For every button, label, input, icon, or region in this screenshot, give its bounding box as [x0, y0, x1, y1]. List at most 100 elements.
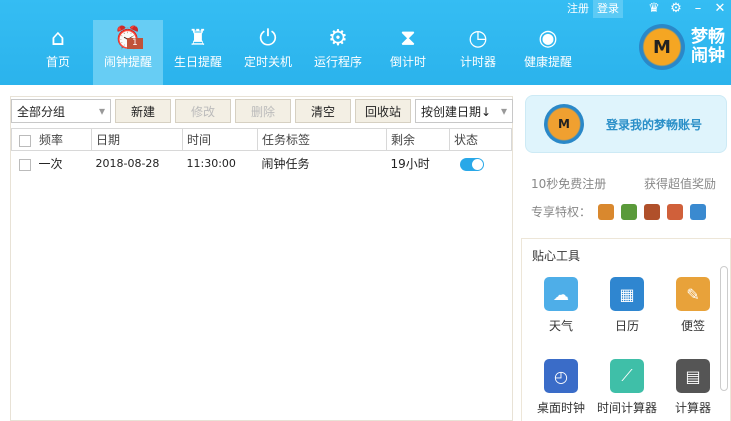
clock-icon: ◴ [544, 359, 578, 393]
gift-icon[interactable] [667, 203, 684, 220]
skin-icon[interactable]: ♛ [643, 0, 665, 18]
reward-link[interactable]: 获得超值奖励 [644, 175, 716, 192]
nav-label: 健康提醒 [523, 55, 572, 69]
nav-label: 首页 [45, 55, 70, 69]
nav-label: 生日提醒 [173, 55, 222, 69]
nav-run-program[interactable]: ⚙ 运行程序 [303, 20, 373, 85]
clear-button[interactable]: 清空 [295, 99, 351, 123]
register-link[interactable]: 注册 [563, 0, 593, 18]
alarm-count-badge: 1 [127, 38, 143, 49]
login-account-link[interactable]: 登录我的梦畅账号 [606, 116, 702, 133]
tools-panel: 贴心工具 ☁ 天气 ▦ 日历 ✎ 便签 ◴ 桌面时钟 ⟋ 时间计算器 ▤ 计算器 [521, 238, 731, 421]
cake-icon: ♜ [188, 26, 208, 51]
nav-birthday[interactable]: ♜ 生日提醒 [163, 20, 233, 85]
table-header: 频率 日期 时间 任务标签 剩余 状态 [11, 128, 512, 151]
weather-icon: ☁ [544, 277, 578, 311]
tools-title: 贴心工具 [532, 249, 581, 263]
logo-text: 梦畅闹钟 [691, 27, 725, 66]
column-label[interactable]: 任务标签 [257, 128, 387, 151]
nav-label: 闹钟提醒 [103, 55, 152, 69]
tool-label: 计算器 [674, 401, 711, 415]
tool-weather[interactable]: ☁ 天气 [528, 277, 594, 334]
tool-notes[interactable]: ✎ 便签 [660, 277, 726, 334]
status-toggle[interactable] [459, 157, 484, 171]
logo-icon: M [544, 104, 584, 144]
column-time[interactable]: 时间 [182, 128, 258, 151]
chevron-down-icon: ▾ [98, 104, 105, 118]
gear-icon[interactable]: ⚙ [665, 0, 687, 18]
register-row: 10秒免费注册 获得超值奖励 [531, 175, 716, 192]
row-label: 闹钟任务 [261, 157, 310, 172]
column-frequency[interactable]: 频率 [11, 128, 92, 151]
row-time: 11:30:00 [186, 157, 236, 171]
nav-health[interactable]: ◉ 健康提醒 [513, 20, 583, 85]
pencil-icon: ✎ [676, 277, 710, 311]
tool-calculator[interactable]: ▤ 计算器 [660, 359, 726, 416]
delete-button[interactable]: 删除 [235, 99, 291, 123]
gears-icon: ⚙ [328, 26, 348, 51]
nav-label: 计时器 [459, 55, 496, 69]
eye-icon: ◉ [538, 26, 558, 51]
tool-desktop-clock[interactable]: ◴ 桌面时钟 [528, 359, 594, 416]
main-nav: ⌂首页 ⏰1闹钟提醒 ♜生日提醒 ⏻定时关机 ⚙运行程序 ⧗倒计时 ◷计时器 ◉… [23, 20, 583, 85]
privilege-icon-3[interactable] [644, 203, 661, 220]
row-frequency: 一次 [38, 157, 63, 172]
stopwatch-icon: ◷ [468, 26, 488, 51]
row-checkbox[interactable] [18, 158, 31, 171]
sort-select[interactable]: 按创建日期↓ ▾ [415, 99, 513, 123]
edit-button[interactable]: 修改 [175, 99, 231, 123]
select-all-checkbox[interactable] [19, 134, 31, 147]
privilege-icon-2[interactable] [621, 203, 638, 220]
nav-stopwatch[interactable]: ◷ 计时器 [443, 20, 513, 85]
column-remaining[interactable]: 剩余 [386, 128, 450, 151]
calculator-icon: ▤ [676, 359, 710, 393]
free-register-link[interactable]: 10秒免费注册 [531, 175, 606, 192]
privilege-label: 专享特权： [531, 205, 592, 219]
close-icon[interactable]: ✕ [709, 0, 731, 18]
nav-label: 定时关机 [243, 55, 292, 69]
clock-hands-icon: ⟋ [610, 359, 644, 393]
tool-label: 天气 [548, 319, 573, 333]
app-logo: M 梦畅闹钟 [639, 24, 727, 70]
minimize-icon[interactable]: – [687, 0, 709, 18]
sort-select-value: 按创建日期↓ [421, 104, 492, 119]
logo-icon: M [639, 24, 685, 70]
chevron-down-icon: ▾ [500, 104, 507, 118]
recycle-bin-button[interactable]: 回收站 [355, 99, 411, 123]
side-panel: M 登录我的梦畅账号 10秒免费注册 获得超值奖励 专享特权： 贴心工具 ☁ 天气… [521, 93, 731, 421]
calendar-icon: ▦ [610, 277, 644, 311]
tool-calendar[interactable]: ▦ 日历 [594, 277, 660, 334]
home-icon: ⌂ [51, 26, 65, 51]
tool-time-calculator[interactable]: ⟋ 时间计算器 [594, 359, 660, 416]
tool-label: 桌面时钟 [536, 401, 585, 415]
top-bar: 注册 登录 ♛ ⚙ – ✕ [563, 0, 731, 18]
nav-label: 倒计时 [389, 55, 426, 69]
alarm-list-panel: 全部分组 ▾ 新建 修改 删除 清空 回收站 按创建日期↓ ▾ 频率 日期 时间 任… [10, 96, 513, 421]
row-date: 2018-08-28 [95, 157, 160, 171]
row-remaining: 19小时 [390, 157, 430, 172]
tool-label: 便签 [680, 319, 705, 333]
toolbar: 全部分组 ▾ 新建 修改 删除 清空 回收站 按创建日期↓ ▾ [11, 99, 513, 125]
table-row[interactable]: 一次 2018-08-28 11:30:00 闹钟任务 19小时 [12, 151, 512, 177]
privilege-icon-5[interactable] [690, 203, 707, 220]
alarm-table: 频率 日期 时间 任务标签 剩余 状态 一次 2018-08-28 11:30:… [11, 128, 512, 177]
privileges-row: 专享特权： [531, 203, 707, 220]
tool-label: 时间计算器 [596, 401, 657, 415]
group-select[interactable]: 全部分组 ▾ [11, 99, 111, 123]
nav-alarm[interactable]: ⏰1闹钟提醒 [93, 20, 163, 85]
nav-home[interactable]: ⌂ 首页 [23, 20, 93, 85]
hourglass-icon: ⧗ [400, 26, 416, 51]
nav-countdown[interactable]: ⧗ 倒计时 [373, 20, 443, 85]
header: 注册 登录 ♛ ⚙ – ✕ ⌂首页 ⏰1闹钟提醒 ♜生日提醒 ⏻定时关机 ⚙运行… [0, 0, 731, 85]
column-status[interactable]: 状态 [449, 128, 512, 151]
privilege-icon-1[interactable] [598, 203, 615, 220]
group-select-value: 全部分组 [17, 104, 66, 119]
header-label: 频率 [39, 133, 64, 147]
new-button[interactable]: 新建 [115, 99, 171, 123]
column-date[interactable]: 日期 [91, 128, 183, 151]
login-card[interactable]: M 登录我的梦畅账号 [525, 95, 727, 153]
nav-shutdown[interactable]: ⏻ 定时关机 [233, 20, 303, 85]
tool-label: 日历 [614, 319, 639, 333]
nav-label: 运行程序 [313, 55, 362, 69]
login-link[interactable]: 登录 [593, 0, 623, 18]
